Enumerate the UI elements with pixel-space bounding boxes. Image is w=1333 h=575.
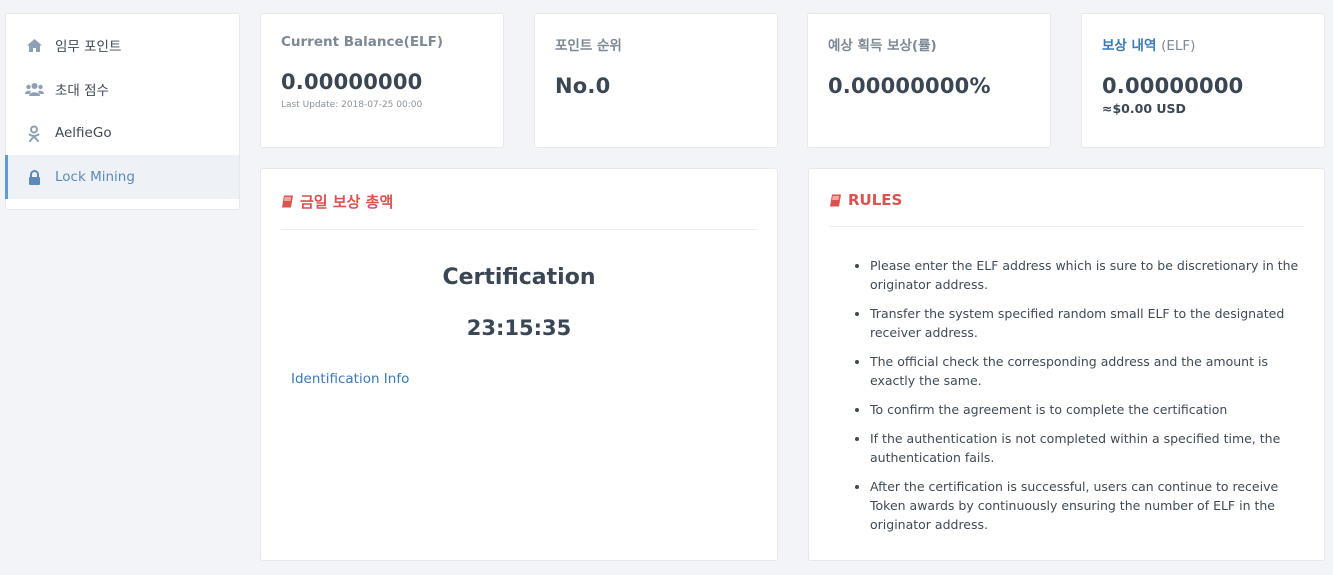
reward-history-unit: (ELF): [1161, 38, 1196, 54]
expected-reward-value: 0.00000000%: [828, 74, 991, 98]
certification-panel-title: 금일 보상 총액: [281, 191, 757, 212]
certification-panel-title-text: 금일 보상 총액: [300, 193, 394, 211]
book-icon: [830, 194, 841, 206]
balance-card: Current Balance(ELF) 0.00000000 Last Upd…: [260, 13, 504, 148]
reward-history-title: 보상 내역: [1102, 38, 1157, 54]
divider: [281, 229, 757, 230]
rank-value: No.0: [555, 74, 611, 98]
last-update: Last Update: 2018-07-25 00:00: [281, 100, 423, 110]
sidebar-item-label: Lock Mining: [55, 169, 135, 185]
sidebar-item-mission-points[interactable]: 임무 포인트: [6, 23, 239, 67]
rule-item: If the authentication is not completed w…: [870, 429, 1304, 467]
reward-history-value: 0.00000000: [1102, 74, 1244, 98]
rule-item: Transfer the system specified random sma…: [870, 304, 1304, 342]
users-icon: [24, 79, 44, 99]
sidebar-item-invite-score[interactable]: 초대 점수: [6, 67, 239, 111]
rank-card: 포인트 순위 No.0: [534, 13, 778, 148]
rules-panel: RULES Please enter the ELF address which…: [808, 168, 1325, 561]
sidebar-item-label: 초대 점수: [55, 83, 109, 99]
sidebar-item-aelfiego[interactable]: AelfieGo: [6, 111, 239, 155]
rules-list: Please enter the ELF address which is su…: [829, 256, 1304, 534]
reward-usd-value: ≈$0.00 USD: [1102, 101, 1186, 116]
sidebar-item-label: AelfieGo: [55, 125, 112, 141]
book-icon: [282, 195, 293, 208]
reward-history-label: 보상 내역 (ELF): [1102, 34, 1304, 54]
balance-value: 0.00000000: [281, 70, 423, 94]
expected-reward-card: 예상 획득 보상(률) 0.00000000%: [807, 13, 1051, 148]
divider: [829, 226, 1304, 227]
odnoklassniki-icon: [24, 123, 44, 143]
sidebar-item-lock-mining[interactable]: Lock Mining: [5, 155, 239, 199]
countdown-timer: 23:15:35: [466, 316, 572, 340]
lock-icon: [24, 167, 44, 187]
rule-item: After the certification is successful, u…: [870, 477, 1304, 534]
rule-item: The official check the corresponding add…: [870, 352, 1304, 390]
rules-panel-title: RULES: [829, 191, 1304, 209]
expected-reward-label: 예상 획득 보상(률): [828, 38, 937, 54]
rule-item: To confirm the agreement is to complete …: [870, 400, 1304, 419]
certification-title: Certification: [442, 265, 596, 290]
rules-panel-title-text: RULES: [848, 191, 903, 209]
balance-label: Current Balance(ELF): [281, 34, 444, 50]
rank-label: 포인트 순위: [555, 38, 622, 54]
rule-item: Please enter the ELF address which is su…: [870, 256, 1304, 294]
sidebar: 임무 포인트 초대 점수 AelfieGo Lock Mining: [5, 13, 240, 210]
sidebar-item-label: 임무 포인트: [55, 39, 122, 55]
identification-info-link[interactable]: Identification Info: [291, 371, 409, 387]
home-icon: [24, 35, 44, 55]
reward-history-card: 보상 내역 (ELF) 0.00000000 ≈$0.00 USD: [1081, 13, 1325, 148]
certification-panel: 금일 보상 총액 Certification 23:15:35 Identifi…: [260, 168, 778, 561]
